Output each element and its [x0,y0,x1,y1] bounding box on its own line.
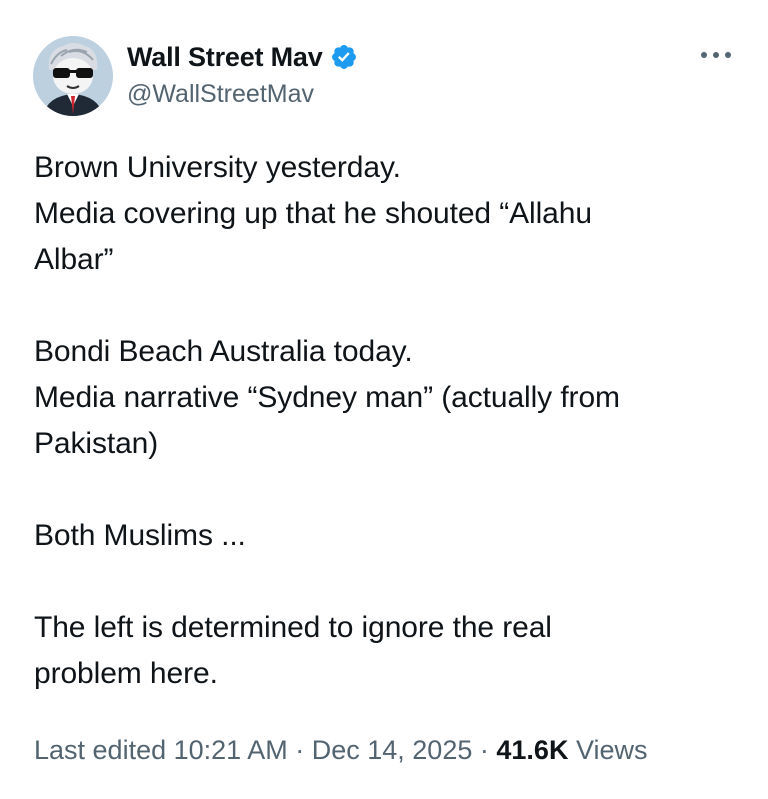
display-name[interactable]: Wall Street Mav [127,42,323,73]
author-names: Wall Street Mav @WallStreetMav [127,40,358,109]
tweet-paragraph: The left is determined to ignore the rea… [34,611,552,690]
edited-label[interactable]: Last edited [34,735,166,765]
tweet-header: Wall Street Mav @WallStreetMav [33,36,733,118]
tweet-date[interactable]: Dec 14, 2025 [312,735,473,765]
meta-separator: · [295,735,305,765]
tweet-paragraph: Bondi Beach Australia today. Media narra… [34,335,620,460]
more-horizontal-icon[interactable] [699,48,733,62]
tweet-time[interactable]: 10:21 AM [174,735,288,765]
tweet-paragraph: Brown University yesterday. Media coveri… [34,151,592,276]
avatar-image [33,36,113,116]
views-label: Views [575,735,648,765]
tweet-card: Wall Street Mav @WallStreetMav Brown Uni… [0,0,768,799]
author-handle[interactable]: @WallStreetMav [127,80,358,109]
avatar[interactable] [33,36,113,116]
verified-badge-icon [330,43,358,71]
tweet-text: Brown University yesterday. Media coveri… [34,145,734,697]
display-name-row: Wall Street Mav [127,40,358,74]
tweet-paragraph: Both Muslims ... [34,519,246,552]
views-count[interactable]: 41.6K [496,735,568,765]
meta-separator: · [479,735,489,765]
tweet-meta: Last edited 10:21 AM · Dec 14, 2025 · 41… [34,735,648,766]
